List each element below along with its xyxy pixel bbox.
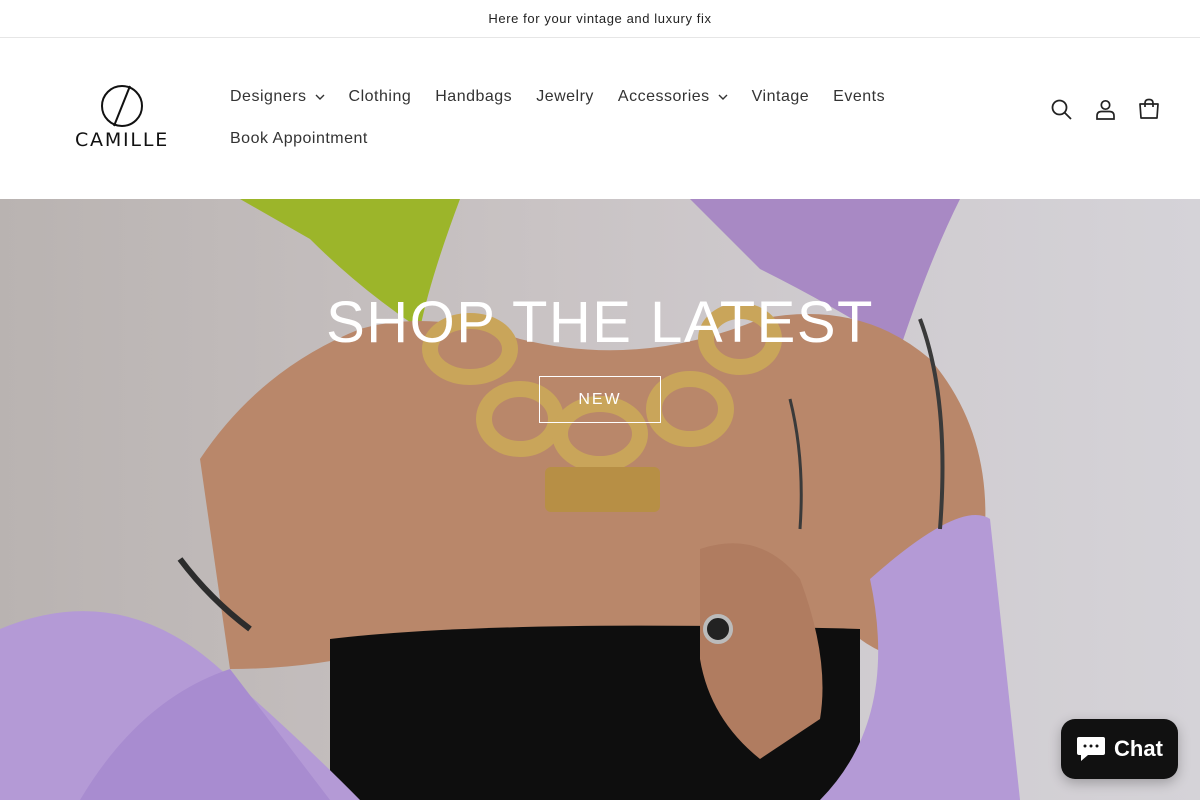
- nav-item-handbags[interactable]: Handbags: [423, 76, 524, 118]
- nav-item-jewelry[interactable]: Jewelry: [524, 76, 606, 118]
- chat-bubble-icon: [1077, 737, 1106, 761]
- nav-item-label: Clothing: [348, 88, 412, 105]
- nav-item-designers[interactable]: Designers: [218, 76, 337, 118]
- nav-item-clothing[interactable]: Clothing: [337, 76, 424, 118]
- site-header: CAMILLE Designers Clothing Handbags Jewelry…: [0, 38, 1200, 199]
- header-icons: [1050, 98, 1160, 120]
- chat-button[interactable]: Chat: [1061, 719, 1178, 779]
- logo-mark-icon: [101, 85, 143, 127]
- brand-logo[interactable]: CAMILLE: [72, 84, 172, 154]
- ring-shape: [703, 614, 733, 644]
- nav-item-book-appointment[interactable]: Book Appointment: [218, 118, 380, 160]
- cart-icon[interactable]: [1138, 98, 1160, 120]
- announcement-bar: Here for your vintage and luxury fix: [0, 0, 1200, 38]
- nav-item-label: Vintage: [751, 88, 810, 105]
- nav-item-label: Designers: [230, 88, 307, 105]
- hero-banner: SHOP THE LATEST NEW: [0, 199, 1200, 800]
- necklace-plate: [545, 467, 660, 512]
- nav-row-secondary: Book Appointment: [218, 118, 908, 160]
- brand-wordmark: CAMILLE: [74, 129, 170, 151]
- account-icon[interactable]: [1094, 98, 1116, 120]
- shop-new-button[interactable]: NEW: [539, 376, 661, 423]
- search-icon[interactable]: [1050, 98, 1072, 120]
- hero-title: SHOP THE LATEST: [326, 290, 874, 355]
- nav-row-primary: Designers Clothing Handbags Jewelry Accessor…: [218, 76, 908, 118]
- nav-item-accessories[interactable]: Accessories: [606, 76, 740, 118]
- chevron-down-icon: [315, 94, 325, 100]
- nav-item-label: Events: [833, 88, 886, 105]
- announcement-text: Here for your vintage and luxury fix: [488, 11, 712, 26]
- nav-item-label: Book Appointment: [230, 130, 368, 147]
- nav-item-events[interactable]: Events: [821, 76, 897, 118]
- nav-item-label: Jewelry: [536, 88, 594, 105]
- nav-item-label: Accessories: [617, 88, 710, 105]
- chat-label: Chat: [1114, 736, 1163, 761]
- nav-item-label: Handbags: [435, 88, 513, 105]
- chevron-down-icon: [718, 94, 728, 100]
- nav-item-vintage[interactable]: Vintage: [740, 76, 821, 118]
- main-navigation: Designers Clothing Handbags Jewelry Accessor…: [218, 76, 908, 160]
